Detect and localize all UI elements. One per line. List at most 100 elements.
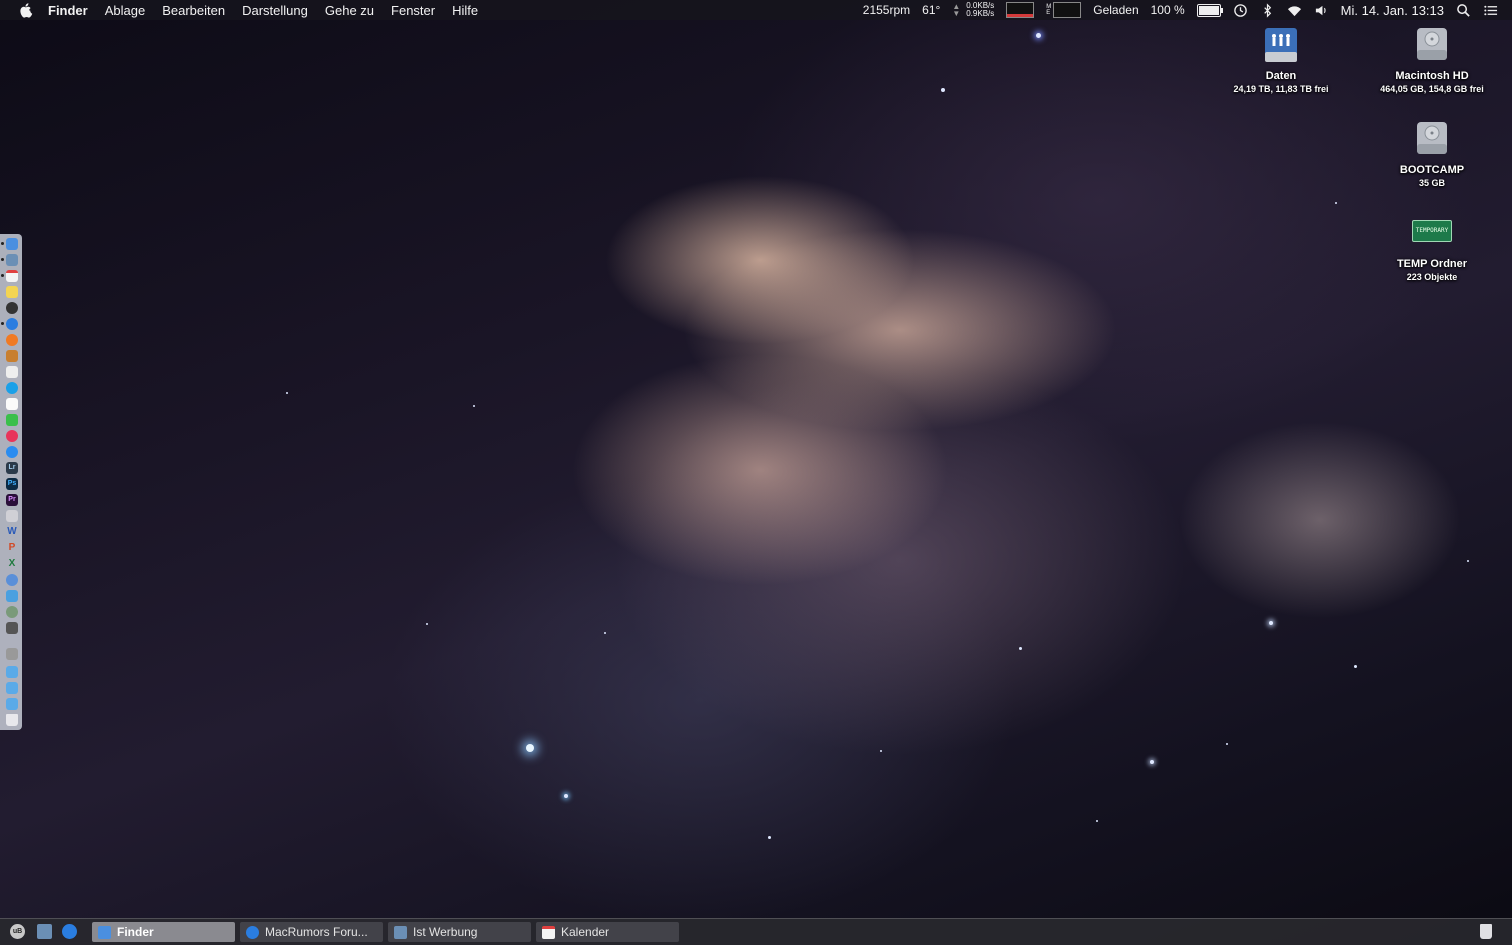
memory-label-icon: ME	[1046, 4, 1052, 16]
star	[941, 88, 945, 92]
menu-fenster[interactable]: Fenster	[391, 3, 435, 18]
network-drive-icon	[1265, 28, 1297, 62]
dock: Lr Ps Pr W P X	[0, 234, 22, 730]
folder-icon[interactable]	[6, 682, 18, 694]
star	[604, 632, 606, 634]
excel-icon[interactable]: X	[6, 558, 18, 570]
star	[426, 623, 428, 625]
firefox-icon[interactable]	[6, 334, 18, 346]
calendar-icon[interactable]	[6, 270, 18, 282]
desktop-item-temp-ordner[interactable]: TEMPORARY TEMP Ordner 223 Objekte	[1357, 220, 1507, 282]
appstore-icon[interactable]	[6, 446, 18, 458]
running-indicator	[1, 242, 4, 245]
star	[1096, 820, 1098, 822]
safari-icon	[246, 925, 259, 939]
desktop-item-name: TEMP Ordner	[1396, 258, 1468, 270]
safari-icon[interactable]	[6, 318, 18, 330]
desktop-item-bootcamp[interactable]: BOOTCAMP 35 GB	[1357, 120, 1507, 188]
task-finder[interactable]: Finder	[92, 922, 235, 942]
running-indicator	[1, 322, 4, 325]
time-machine-icon[interactable]	[1233, 3, 1248, 18]
temporary-folder-icon: TEMPORARY	[1412, 220, 1452, 242]
star	[1150, 760, 1154, 764]
finder-icon[interactable]	[6, 238, 18, 250]
desktop-item-name: BOOTCAMP	[1399, 164, 1465, 176]
star	[768, 836, 771, 839]
wifi-icon[interactable]	[1287, 3, 1302, 18]
volume-icon[interactable]	[1314, 3, 1329, 18]
task-ist-werbung[interactable]: Ist Werbung	[388, 922, 531, 942]
star	[880, 750, 882, 752]
activity-icon[interactable]	[6, 302, 18, 314]
menu-bearbeiten[interactable]: Bearbeiten	[162, 3, 225, 18]
star	[1226, 743, 1228, 745]
menu-darstellung[interactable]: Darstellung	[242, 3, 308, 18]
temporary-badge: TEMPORARY	[1415, 227, 1449, 234]
star	[1335, 202, 1337, 204]
trash-icon[interactable]	[6, 714, 18, 726]
hard-drive-icon	[1417, 122, 1447, 154]
desktop-item-daten[interactable]: Daten 24,19 TB, 11,83 TB frei	[1206, 26, 1356, 94]
desktop-item-macintosh-hd[interactable]: Macintosh HD 464,05 GB, 154,8 GB frei	[1357, 26, 1507, 94]
link-icon[interactable]	[6, 648, 18, 660]
star	[1354, 665, 1357, 668]
books-icon[interactable]	[6, 350, 18, 362]
memory-graph[interactable]	[1053, 2, 1082, 18]
star	[286, 392, 288, 394]
temperature[interactable]: 61°	[922, 3, 940, 17]
premiere-icon[interactable]: Pr	[6, 494, 18, 506]
menu-ablage[interactable]: Ablage	[105, 3, 145, 18]
preview-icon[interactable]	[6, 254, 18, 266]
star	[1036, 33, 1041, 38]
notification-center-icon[interactable]	[1483, 3, 1498, 18]
trash-icon[interactable]	[1480, 924, 1492, 939]
maps-icon[interactable]	[6, 606, 18, 618]
spotlight-search-icon[interactable]	[1456, 3, 1471, 18]
downloads-icon[interactable]	[6, 698, 18, 710]
battery-icon[interactable]	[1196, 3, 1223, 17]
star	[526, 744, 534, 752]
safari-icon[interactable]	[62, 924, 77, 939]
preview-icon[interactable]	[37, 924, 52, 939]
battery-status[interactable]: Geladen	[1093, 3, 1138, 17]
photoshop-icon[interactable]: Ps	[6, 478, 18, 490]
messages-icon[interactable]	[6, 414, 18, 426]
itunes-icon[interactable]	[6, 430, 18, 442]
word-icon[interactable]: W	[6, 526, 18, 538]
task-label: Finder	[117, 925, 154, 939]
hard-drive-icon	[1417, 28, 1447, 60]
cpu-graph[interactable]	[1006, 2, 1035, 18]
folder-icon[interactable]	[6, 666, 18, 678]
battery-percent[interactable]: 100 %	[1151, 3, 1185, 17]
star	[564, 794, 568, 798]
menu-app-name[interactable]: Finder	[48, 3, 88, 18]
menu-gehe-zu[interactable]: Gehe zu	[325, 3, 374, 18]
task-macrumors[interactable]: MacRumors Foru...	[240, 922, 383, 942]
skype-icon[interactable]	[6, 382, 18, 394]
network-stats[interactable]: 0.0KB/s 0.9KB/s	[966, 2, 994, 18]
menu-hilfe[interactable]: Hilfe	[452, 3, 478, 18]
menu-bar: Finder Ablage Bearbeiten Darstellung Geh…	[0, 0, 1512, 20]
clock[interactable]: Mi. 14. Jan. 13:13	[1341, 3, 1444, 18]
reminders-icon[interactable]	[6, 366, 18, 378]
desktop-item-name: Daten	[1265, 70, 1297, 82]
calendar-icon	[542, 925, 555, 939]
task-kalender[interactable]: Kalender	[536, 922, 679, 942]
powerpoint-icon[interactable]: P	[6, 542, 18, 554]
apple-menu-icon[interactable]	[18, 2, 34, 18]
textedit-icon[interactable]	[6, 398, 18, 410]
network-icon[interactable]	[6, 574, 18, 586]
star	[1269, 621, 1273, 625]
sync-icon[interactable]	[6, 590, 18, 602]
notes-icon[interactable]	[6, 286, 18, 298]
running-indicator	[1, 274, 4, 277]
star	[473, 405, 475, 407]
fan-speed[interactable]: 2155rpm	[863, 3, 910, 17]
photos-icon[interactable]	[6, 510, 18, 522]
camera-icon[interactable]	[6, 622, 18, 634]
star	[1019, 647, 1022, 650]
ublock-icon[interactable]: uB	[10, 924, 25, 939]
task-label: MacRumors Foru...	[265, 925, 368, 939]
bluetooth-icon[interactable]	[1260, 2, 1275, 18]
lightroom-icon[interactable]: Lr	[6, 462, 18, 474]
